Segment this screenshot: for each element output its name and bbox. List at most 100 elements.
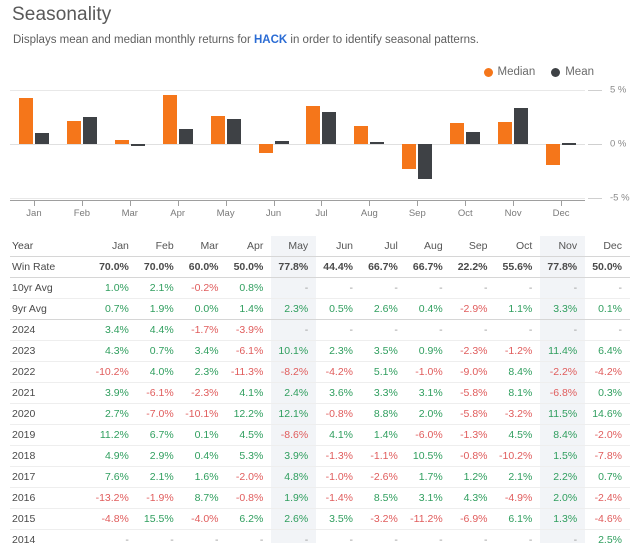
table-header-mar[interactable]: Mar — [181, 236, 227, 257]
chart-bar-mean-jan[interactable] — [34, 133, 49, 144]
x-axis-label-may: May — [216, 208, 235, 219]
chart-bar-median-dec[interactable] — [546, 144, 561, 165]
ticker-link[interactable]: HACK — [254, 34, 287, 46]
chart-bar-median-apr[interactable] — [162, 95, 177, 144]
chart-bar-mean-aug[interactable] — [370, 141, 385, 144]
chart-bar-mean-sep[interactable] — [418, 144, 433, 179]
table-header-sep[interactable]: Sep — [450, 236, 496, 257]
chart-bar-mean-oct[interactable] — [466, 132, 481, 144]
table-header-may[interactable]: May — [271, 236, 317, 257]
table-row: 2016 -13.2% -1.9% 8.7% -0.8% 1.9% -1.4% 8.5% 3.1… — [10, 487, 630, 509]
cell-2024-jul: - — [361, 319, 406, 341]
cell-2023-dec: 6.4% — [585, 340, 630, 362]
chart-bar-mean-jun[interactable] — [274, 140, 289, 144]
table-header-jul[interactable]: Jul — [361, 236, 406, 257]
cell-2020-jun: -0.8% — [316, 403, 362, 425]
chart-bar-median-aug[interactable] — [354, 125, 369, 144]
cell-9yr-avg-feb: 1.9% — [136, 298, 182, 320]
cell-2018-dec: -7.8% — [585, 445, 630, 467]
table-header-feb[interactable]: Feb — [136, 236, 182, 257]
chart-bar-mean-nov[interactable] — [514, 108, 529, 144]
table-header-nov[interactable]: Nov — [540, 236, 586, 257]
chart-bar-median-jan[interactable] — [18, 97, 33, 144]
cell-2021-jul: 3.3% — [361, 382, 406, 404]
legend-label-mean: Mean — [565, 66, 594, 78]
cell-9yr-avg-aug: 0.4% — [405, 298, 451, 320]
x-axis-tick-jan — [33, 201, 35, 206]
table-row: 2020 2.7% -7.0% -10.1% 12.2% 12.1% -0.8% 8.8% 2.… — [10, 403, 630, 425]
cell-2020-mar: -10.1% — [181, 403, 227, 425]
table-header-dec[interactable]: Dec — [585, 236, 630, 257]
legend-item-median[interactable]: Median — [483, 66, 535, 78]
chart-bar-median-jun[interactable] — [258, 144, 273, 153]
table-header-year[interactable]: Year — [10, 236, 93, 257]
chart-bar-mean-mar[interactable] — [130, 144, 145, 147]
cell-2016-jul: 8.5% — [361, 487, 406, 509]
win-rate-apr: 50.0% — [226, 256, 272, 278]
cell-2023-sep: -2.3% — [450, 340, 496, 362]
table-header-apr[interactable]: Apr — [226, 236, 272, 257]
cell-2016-aug: 3.1% — [405, 487, 451, 509]
cell-2018-apr: 5.3% — [226, 445, 272, 467]
cell-10yr-avg-dec: - — [585, 277, 630, 299]
y-axis-label-5: 5 % — [610, 84, 627, 96]
cell-2024-aug: - — [405, 319, 451, 341]
seasonality-table-wrap: Year Jan Feb Mar Apr May Jun Jul Aug Sep Oct Nov Dec… — [10, 236, 630, 543]
win-rate-may: 77.8% — [271, 256, 317, 278]
cell-2014-nov: - — [540, 529, 586, 543]
cell-2014-jan: - — [92, 529, 137, 543]
cell-2019-aug: -6.0% — [405, 424, 451, 446]
cell-2014-jul: - — [361, 529, 406, 543]
cell-2024-oct: - — [495, 319, 541, 341]
y-axis-tick-0 — [588, 144, 602, 145]
cell-2018-sep: -0.8% — [450, 445, 496, 467]
page-title: Seasonality — [12, 4, 112, 25]
cell-2021-nov: -6.8% — [540, 382, 586, 404]
chart-bar-median-may[interactable] — [210, 115, 225, 144]
chart-bar-mean-may[interactable] — [226, 119, 241, 144]
cell-2015-dec: -4.6% — [585, 508, 630, 530]
chart-bar-mean-apr[interactable] — [178, 128, 193, 144]
cell-2014-feb: - — [136, 529, 182, 543]
chart-bar-mean-dec[interactable] — [562, 142, 577, 145]
legend-item-mean[interactable]: Mean — [551, 66, 594, 78]
cell-2019-oct: 4.5% — [495, 424, 541, 446]
chart-bar-mean-feb[interactable] — [82, 117, 97, 144]
cell-2016-dec: -2.4% — [585, 487, 630, 509]
chart-bar-median-sep[interactable] — [402, 144, 417, 169]
chart-bar-median-oct[interactable] — [450, 123, 465, 144]
table-head: Year Jan Feb Mar Apr May Jun Jul Aug Sep Oct Nov Dec — [10, 236, 630, 257]
cell-2017-dec: 0.7% — [585, 466, 630, 488]
table-header-oct[interactable]: Oct — [495, 236, 541, 257]
chart-bar-median-nov[interactable] — [498, 122, 513, 144]
cell-2024-feb: 4.4% — [136, 319, 182, 341]
cell-2018-feb: 2.9% — [136, 445, 182, 467]
cell-2016-may: 1.9% — [271, 487, 317, 509]
cell-2020-may: 12.1% — [271, 403, 317, 425]
row-label-2017: 2017 — [10, 466, 93, 488]
y-axis-label--5: -5 % — [610, 192, 630, 204]
chart-bar-mean-jul[interactable] — [322, 111, 337, 144]
row-label-2014: 2014 — [10, 529, 93, 543]
x-axis-tick-oct — [465, 201, 467, 206]
chart-bar-median-feb[interactable] — [66, 121, 81, 144]
row-label-2022: 2022 — [10, 361, 93, 383]
seasonality-chart: Jan Feb Mar Apr May Jun Jul Aug Sep Oct Nov Dec 5 %… — [10, 85, 630, 219]
table-header-aug[interactable]: Aug — [405, 236, 451, 257]
cell-2018-oct: -10.2% — [495, 445, 541, 467]
x-axis-label-dec: Dec — [552, 208, 570, 219]
table-row: 2014- - - - - - - - - - -2.5% — [10, 529, 630, 543]
row-label-9yr-avg: 9yr Avg — [10, 298, 93, 320]
table-body: Win Rate 70.0% 70.0% 60.0% 50.0% 77.8% 44.4% 66… — [10, 256, 630, 543]
table-header-jan[interactable]: Jan — [92, 236, 137, 257]
x-axis-tick-dec — [561, 201, 563, 206]
chart-bar-median-mar[interactable] — [114, 139, 129, 144]
table-header-row: Year Jan Feb Mar Apr May Jun Jul Aug Sep Oct Nov Dec — [10, 236, 630, 257]
chart-bar-median-jul[interactable] — [306, 106, 321, 144]
cell-2023-may: 10.1% — [271, 340, 317, 362]
cell-2016-mar: 8.7% — [181, 487, 227, 509]
cell-2017-jul: -2.6% — [361, 466, 406, 488]
x-axis-label-sep: Sep — [408, 208, 426, 219]
table-header-jun[interactable]: Jun — [316, 236, 362, 257]
cell-2017-feb: 2.1% — [136, 466, 182, 488]
